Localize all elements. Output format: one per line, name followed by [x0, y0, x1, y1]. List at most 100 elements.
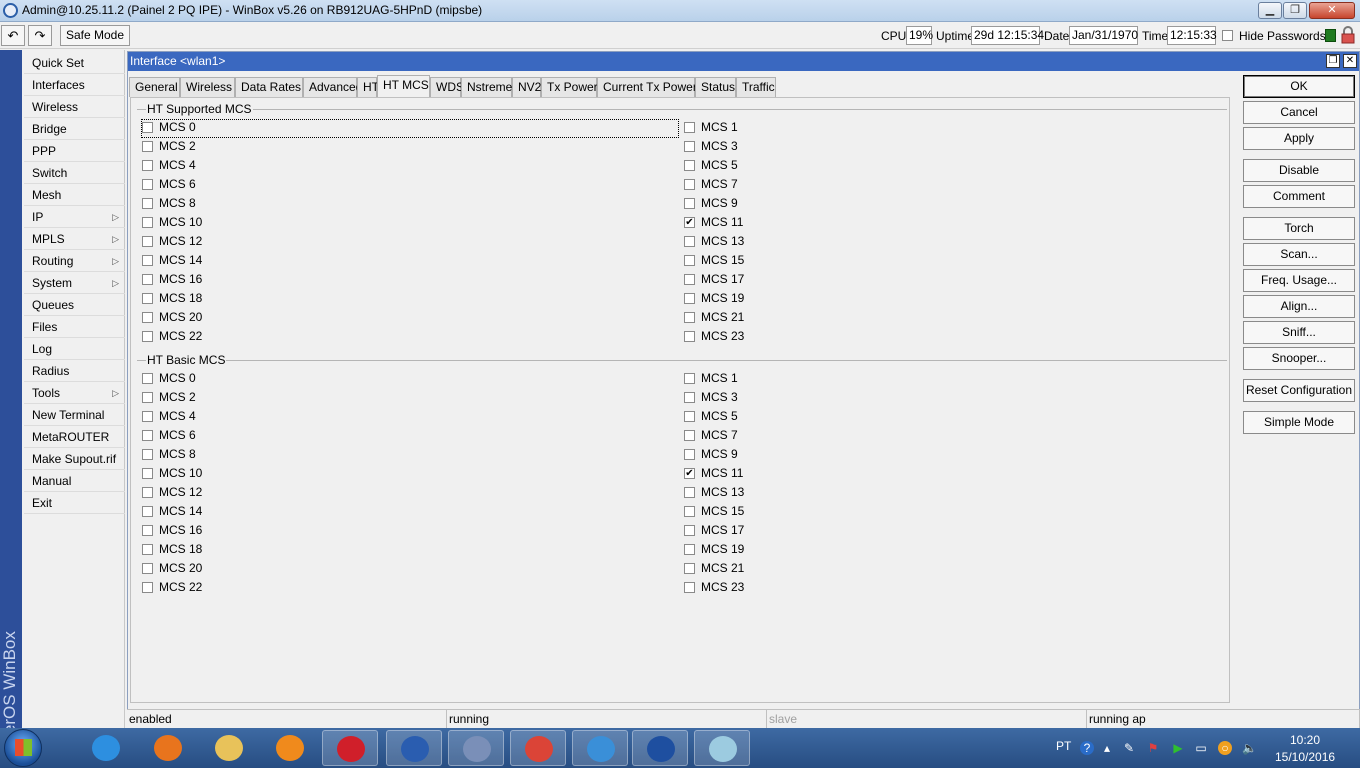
ht-supported-mcs-mcs-7-option[interactable]: MCS 7	[684, 177, 804, 194]
maximize-button[interactable]: ❐	[1283, 2, 1307, 19]
checkbox[interactable]	[684, 449, 695, 460]
tab-status[interactable]: Status	[695, 77, 736, 97]
menu-item-queues[interactable]: Queues	[24, 295, 125, 316]
ht-basic-mcs-mcs-4-option[interactable]: MCS 4	[142, 409, 678, 426]
cancel-button[interactable]: Cancel	[1243, 101, 1355, 124]
ht-basic-mcs-mcs-22-option[interactable]: MCS 22	[142, 580, 678, 597]
ok-button[interactable]: OK	[1243, 75, 1355, 98]
ht-basic-mcs-mcs-8-option[interactable]: MCS 8	[142, 447, 678, 464]
ht-basic-mcs-mcs-17-option[interactable]: MCS 17	[684, 523, 804, 540]
tab-nstreme[interactable]: Nstreme	[461, 77, 512, 97]
ht-basic-mcs-mcs-23-option[interactable]: MCS 23	[684, 580, 804, 597]
checkbox[interactable]	[142, 411, 153, 422]
file-explorer-taskbar-button[interactable]	[201, 730, 257, 766]
ht-basic-mcs-mcs-18-option[interactable]: MCS 18	[142, 542, 678, 559]
internet-explorer-taskbar-button[interactable]	[78, 730, 134, 766]
notepad-taskbar-button[interactable]	[694, 730, 750, 766]
language-indicator[interactable]: PT	[1056, 739, 1071, 753]
menu-item-log[interactable]: Log	[24, 339, 125, 360]
display-icon[interactable]: ▭	[1194, 741, 1208, 755]
menu-item-wireless[interactable]: Wireless	[24, 97, 125, 118]
checkbox[interactable]	[142, 122, 153, 133]
ht-supported-mcs-mcs-15-option[interactable]: MCS 15	[684, 253, 804, 270]
tab-wds[interactable]: WDS	[430, 77, 464, 97]
ht-supported-mcs-mcs-19-option[interactable]: MCS 19	[684, 291, 804, 308]
help-icon[interactable]: ?	[1080, 741, 1094, 755]
reset-configuration-button[interactable]: Reset Configuration	[1243, 379, 1355, 402]
network-app-taskbar-button[interactable]	[386, 730, 442, 766]
ht-supported-mcs-mcs-17-option[interactable]: MCS 17	[684, 272, 804, 289]
checkbox[interactable]	[142, 179, 153, 190]
chrome-taskbar-button[interactable]	[510, 730, 566, 766]
checkbox[interactable]	[684, 411, 695, 422]
menu-item-exit[interactable]: Exit	[24, 493, 125, 514]
tab-ht[interactable]: HT	[357, 77, 379, 97]
red-app-taskbar-button[interactable]	[322, 730, 378, 766]
checkbox[interactable]	[142, 331, 153, 342]
ht-supported-mcs-mcs-13-option[interactable]: MCS 13	[684, 234, 804, 251]
checkbox[interactable]	[684, 544, 695, 555]
ht-basic-mcs-mcs-10-option[interactable]: MCS 10	[142, 466, 678, 483]
tab-ht-mcs[interactable]: HT MCS	[377, 75, 430, 97]
ht-supported-mcs-mcs-22-option[interactable]: MCS 22	[142, 329, 678, 346]
tab-wireless[interactable]: Wireless	[180, 77, 235, 97]
ht-supported-mcs-mcs-11-option[interactable]: ✔ MCS 11	[684, 215, 804, 232]
freq-usage-button[interactable]: Freq. Usage...	[1243, 269, 1355, 292]
hide-passwords-checkbox[interactable]	[1222, 30, 1233, 41]
checkbox[interactable]	[684, 293, 695, 304]
menu-item-mpls[interactable]: MPLS ▷	[24, 229, 125, 250]
ht-supported-mcs-mcs-18-option[interactable]: MCS 18	[142, 291, 678, 308]
ht-basic-mcs-mcs-21-option[interactable]: MCS 21	[684, 561, 804, 578]
clock-time[interactable]: 10:20	[1290, 733, 1320, 747]
checkbox[interactable]	[142, 563, 153, 574]
snooper-button[interactable]: Snooper...	[1243, 347, 1355, 370]
menu-item-ppp[interactable]: PPP	[24, 141, 125, 162]
tab-nv2[interactable]: NV2	[512, 77, 541, 97]
tab-current-tx-power[interactable]: Current Tx Power	[597, 77, 697, 97]
ht-supported-mcs-mcs-16-option[interactable]: MCS 16	[142, 272, 678, 289]
menu-item-manual[interactable]: Manual	[24, 471, 125, 492]
ht-supported-mcs-mcs-3-option[interactable]: MCS 3	[684, 139, 804, 156]
checkbox[interactable]	[684, 525, 695, 536]
checkbox[interactable]	[684, 430, 695, 441]
ht-basic-mcs-mcs-6-option[interactable]: MCS 6	[142, 428, 678, 445]
checkbox[interactable]	[684, 198, 695, 209]
ht-basic-mcs-mcs-19-option[interactable]: MCS 19	[684, 542, 804, 559]
flag-icon[interactable]: ⚑	[1146, 741, 1160, 755]
apply-button[interactable]: Apply	[1243, 127, 1355, 150]
menu-item-system[interactable]: System ▷	[24, 273, 125, 294]
tray-expand-icon[interactable]: ▴	[1100, 741, 1114, 755]
scan-button[interactable]: Scan...	[1243, 243, 1355, 266]
sniff-button[interactable]: Sniff...	[1243, 321, 1355, 344]
checkbox[interactable]	[684, 122, 695, 133]
ht-supported-mcs-mcs-10-option[interactable]: MCS 10	[142, 215, 678, 232]
menu-item-files[interactable]: Files	[24, 317, 125, 338]
green-arrow-icon[interactable]: ▶	[1171, 741, 1185, 755]
checkbox[interactable]	[142, 487, 153, 498]
redo-icon[interactable]: ↷	[28, 25, 52, 46]
checkbox[interactable]	[684, 331, 695, 342]
ht-supported-mcs-mcs-8-option[interactable]: MCS 8	[142, 196, 678, 213]
checkbox[interactable]	[142, 160, 153, 171]
checkbox[interactable]	[142, 525, 153, 536]
restore-icon[interactable]: ❐	[1326, 54, 1340, 68]
comment-button[interactable]: Comment	[1243, 185, 1355, 208]
ht-supported-mcs-mcs-20-option[interactable]: MCS 20	[142, 310, 678, 327]
checkbox[interactable]: ✔	[684, 468, 695, 479]
ht-basic-mcs-mcs-7-option[interactable]: MCS 7	[684, 428, 804, 445]
checkbox[interactable]	[142, 468, 153, 479]
ht-supported-mcs-mcs-6-option[interactable]: MCS 6	[142, 177, 678, 194]
orange-app-icon[interactable]: ○	[1218, 741, 1232, 755]
checkbox[interactable]	[142, 544, 153, 555]
checkbox[interactable]	[684, 236, 695, 247]
winbox-taskbar-button[interactable]	[632, 730, 688, 766]
torch-button[interactable]: Torch	[1243, 217, 1355, 240]
close-icon[interactable]: ✕	[1343, 54, 1357, 68]
ht-basic-mcs-mcs-9-option[interactable]: MCS 9	[684, 447, 804, 464]
menu-item-interfaces[interactable]: Interfaces	[24, 75, 125, 96]
checkbox[interactable]	[684, 312, 695, 323]
menu-item-mesh[interactable]: Mesh	[24, 185, 125, 206]
checkbox[interactable]	[684, 373, 695, 384]
ht-basic-mcs-mcs-20-option[interactable]: MCS 20	[142, 561, 678, 578]
align-button[interactable]: Align...	[1243, 295, 1355, 318]
